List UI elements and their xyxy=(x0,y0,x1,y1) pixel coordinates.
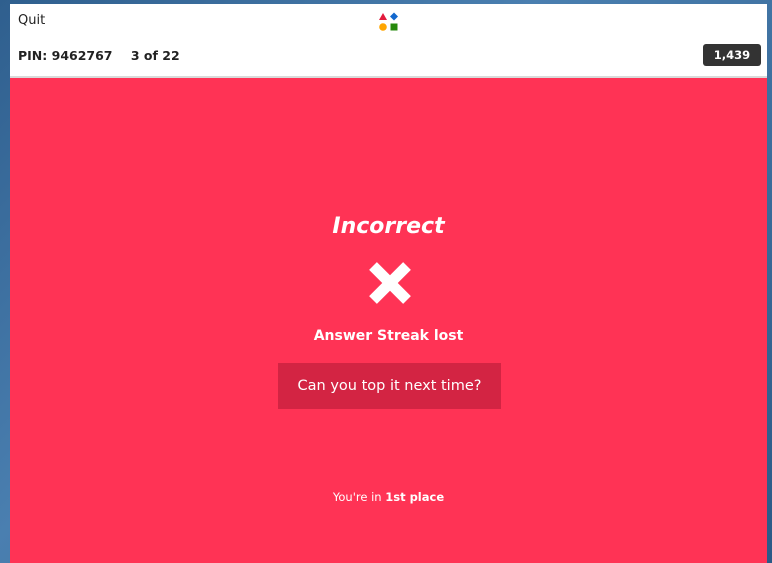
top-bar: Quit PIN: 9462767 3 of 22 1,439 xyxy=(10,4,767,78)
game-frame: Quit PIN: 9462767 3 of 22 1,439 Incorrec… xyxy=(10,4,767,563)
game-info: PIN: 9462767 3 of 22 xyxy=(18,48,194,63)
question-progress: 3 of 22 xyxy=(130,48,180,63)
logo-circle xyxy=(379,23,387,31)
result-panel: Incorrect Answer Streak lost Can you top… xyxy=(10,78,767,563)
place-message: You're in 1st place xyxy=(10,490,767,504)
logo-square xyxy=(390,23,398,31)
logo-triangle xyxy=(379,13,387,20)
encouragement-box: Can you top it next time? xyxy=(278,363,501,409)
streak-message: Answer Streak lost xyxy=(313,328,464,344)
score-badge: 1,439 xyxy=(703,44,761,66)
place-prefix: You're in xyxy=(332,490,386,504)
kahoot-shapes-icon xyxy=(379,12,398,31)
game-pin: PIN: 9462767 xyxy=(18,48,113,63)
quit-button[interactable]: Quit xyxy=(18,13,45,28)
logo-diamond xyxy=(390,12,398,21)
result-title: Incorrect xyxy=(332,214,445,239)
close-x-icon xyxy=(369,262,411,304)
place-value: 1st place xyxy=(385,490,445,504)
